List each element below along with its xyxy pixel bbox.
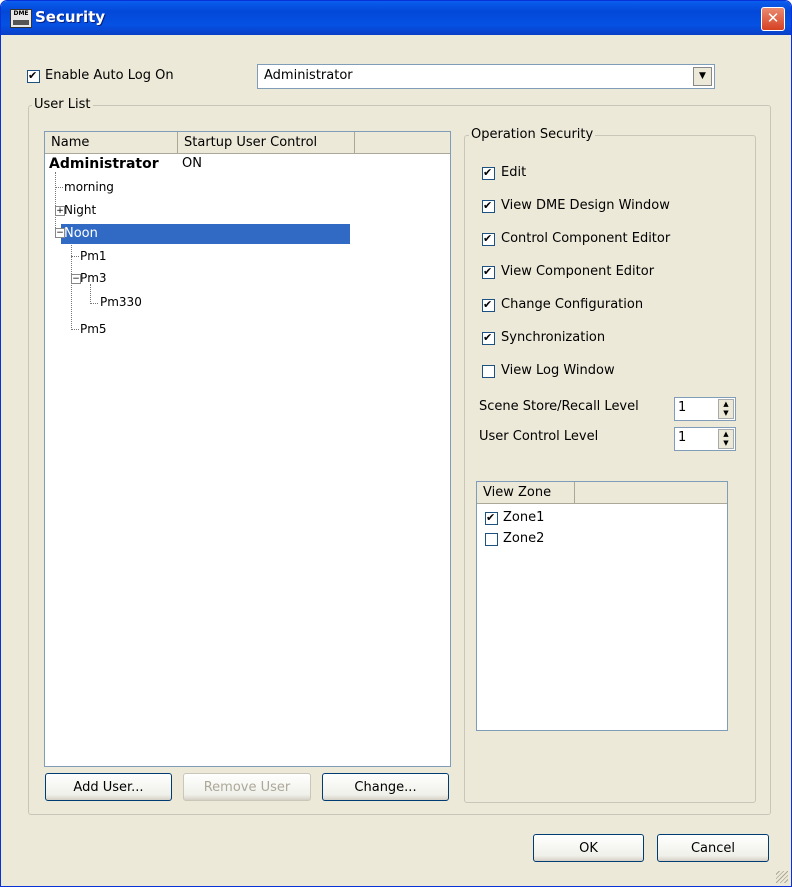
tree-item-night[interactable]: Night (64, 200, 96, 220)
tree-connector (71, 238, 72, 330)
edit-label: Edit (501, 165, 527, 180)
chevron-down-icon[interactable]: ▼ (693, 67, 712, 86)
change-configuration-label: Change Configuration (501, 297, 644, 312)
startup-value-administrator: ON (182, 156, 202, 171)
view-zone-list[interactable]: View Zone Zone1 Zone2 (476, 481, 728, 731)
cancel-button[interactable]: Cancel (657, 834, 769, 862)
security-dialog: DME Security ✕ Enable Auto Log On Admini… (0, 0, 792, 887)
tree-item-pm5[interactable]: Pm5 (80, 319, 107, 339)
app-icon: DME (10, 9, 32, 28)
column-header-blank (575, 482, 727, 504)
column-header-name[interactable]: Name (45, 132, 178, 154)
user-control-level-value: 1 (678, 430, 687, 445)
scene-level-label: Scene Store/Recall Level (479, 399, 639, 414)
add-user-button[interactable]: Add User... (45, 773, 172, 801)
scene-level-value: 1 (678, 400, 687, 415)
title-bar[interactable]: DME Security ✕ (1, 1, 791, 35)
view-component-editor-checkbox[interactable] (482, 265, 495, 279)
auto-logon-user-value: Administrator (264, 68, 353, 83)
tree-item-pm3[interactable]: Pm3 (80, 268, 107, 288)
control-component-editor-checkbox[interactable] (482, 232, 495, 246)
view-component-editor-label: View Component Editor (501, 264, 655, 279)
control-component-editor-label: Control Component Editor (501, 231, 671, 246)
scene-level-spinner[interactable]: 1 ▲ ▼ (674, 397, 736, 421)
edit-checkbox[interactable] (482, 166, 495, 180)
resize-grip-icon[interactable] (776, 871, 788, 883)
column-header-startup[interactable]: Startup User Control (178, 132, 355, 154)
view-log-window-label: View Log Window (501, 363, 615, 378)
user-tree-list[interactable]: Name Startup User Control Administrator … (44, 131, 451, 767)
ok-button[interactable]: OK (533, 834, 644, 862)
spin-up-icon[interactable]: ▲ (723, 400, 728, 408)
operation-security-group-label: Operation Security (469, 127, 596, 142)
spin-up-icon[interactable]: ▲ (723, 430, 728, 438)
spin-down-icon[interactable]: ▼ (723, 439, 728, 447)
zone1-label: Zone1 (503, 510, 545, 525)
view-dme-design-window-checkbox[interactable] (482, 199, 495, 213)
user-control-level-label: User Control Level (479, 429, 599, 444)
tree-connector (55, 172, 56, 228)
enable-auto-logon-checkbox[interactable] (27, 69, 40, 83)
user-list-group-label: User List (32, 97, 93, 112)
column-header-blank (355, 132, 450, 154)
tree-item-pm330[interactable]: Pm330 (100, 292, 142, 312)
remove-user-button[interactable]: Remove User (183, 773, 311, 801)
tree-connector (71, 329, 79, 330)
spin-arrows-icon[interactable]: ▲ ▼ (718, 429, 734, 449)
change-user-button[interactable]: Change... (322, 773, 449, 801)
tree-connector (55, 187, 63, 188)
auto-logon-user-select[interactable]: Administrator ▼ (257, 64, 715, 89)
spin-down-icon[interactable]: ▼ (723, 409, 728, 417)
synchronization-label: Synchronization (501, 330, 606, 345)
user-control-level-spinner[interactable]: 1 ▲ ▼ (674, 427, 736, 451)
tree-selection-highlight (61, 224, 350, 244)
tree-connector (71, 256, 79, 257)
spin-arrows-icon[interactable]: ▲ ▼ (718, 399, 734, 419)
close-button[interactable]: ✕ (761, 7, 785, 31)
tree-item-morning[interactable]: morning (64, 177, 114, 197)
zone2-label: Zone2 (503, 531, 545, 546)
change-configuration-checkbox[interactable] (482, 298, 495, 312)
zone2-checkbox[interactable] (485, 533, 498, 546)
window-title: Security (35, 8, 106, 26)
tree-item-administrator[interactable]: Administrator (49, 154, 159, 174)
view-log-window-checkbox[interactable] (482, 365, 495, 378)
tree-connector (90, 303, 98, 304)
enable-auto-logon-label: Enable Auto Log On (45, 68, 174, 83)
synchronization-checkbox[interactable] (482, 331, 495, 345)
tree-item-noon[interactable]: Noon (64, 224, 98, 244)
zone1-checkbox[interactable] (485, 511, 498, 525)
column-header-view-zone[interactable]: View Zone (477, 482, 575, 504)
tree-item-pm1[interactable]: Pm1 (80, 246, 107, 266)
app-icon-text: DME (13, 10, 29, 17)
view-dme-design-window-label: View DME Design Window (501, 198, 670, 213)
